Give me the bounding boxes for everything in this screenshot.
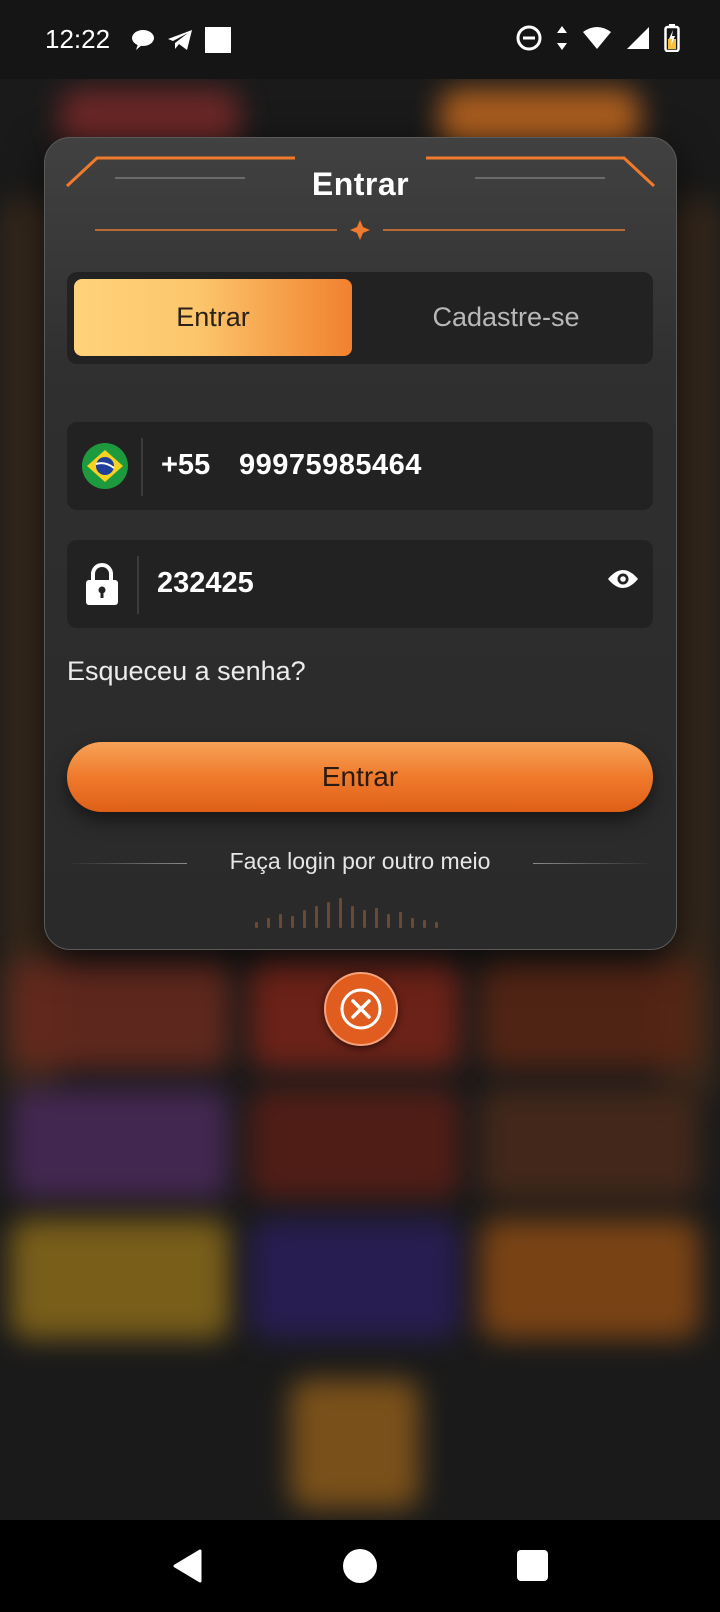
bg-blob — [480, 959, 700, 1069]
eye-icon[interactable] — [607, 567, 639, 591]
bg-blob — [480, 1089, 700, 1199]
password-field[interactable]: 232425 — [67, 540, 653, 628]
field-divider — [137, 556, 139, 614]
bg-blob — [10, 959, 230, 1069]
password-input[interactable]: 232425 — [157, 567, 254, 600]
square-notification-icon — [205, 27, 231, 53]
back-triangle-icon[interactable] — [172, 1549, 202, 1583]
forgot-password-link[interactable]: Esqueceu a senha? — [67, 656, 306, 687]
tab-login[interactable]: Entrar — [74, 279, 352, 356]
star-ornament-icon — [350, 220, 370, 240]
phone-input[interactable]: 99975985464 — [239, 449, 422, 482]
phone-field[interactable]: +55 99975985464 — [67, 422, 653, 510]
recents-square-icon[interactable] — [517, 1550, 548, 1581]
alt-login-label: Faça login por outro meio — [229, 848, 491, 874]
alt-divider-right — [533, 863, 653, 864]
bg-blob — [250, 1089, 460, 1199]
system-nav-bar — [0, 1520, 720, 1612]
status-bar: 12:22 — [0, 0, 720, 79]
lock-icon — [86, 563, 118, 605]
chat-bubble-icon — [132, 30, 154, 50]
status-right-icons — [516, 24, 680, 52]
telegram-icon — [168, 30, 192, 50]
login-modal: Entrar Entrar Cadastre-se +55 9997598546… — [44, 137, 677, 950]
cellular-signal-icon — [627, 27, 649, 49]
home-circle-icon[interactable] — [343, 1549, 377, 1583]
alt-login-row: Faça login por outro meio — [67, 848, 653, 878]
wifi-icon — [583, 27, 611, 49]
bg-blob — [250, 1219, 460, 1339]
status-left-icons — [130, 26, 232, 54]
do-not-disturb-icon — [516, 25, 542, 51]
login-button[interactable]: Entrar — [67, 742, 653, 812]
auth-tabs: Entrar Cadastre-se — [67, 272, 653, 364]
battery-charging-icon — [664, 24, 680, 52]
close-modal-button[interactable] — [324, 972, 398, 1046]
modal-title: Entrar — [311, 166, 410, 202]
brazil-flag-icon[interactable] — [82, 443, 128, 489]
data-arrows-icon — [557, 26, 567, 50]
bg-blob — [10, 1219, 230, 1339]
tab-register[interactable]: Cadastre-se — [367, 279, 645, 356]
country-code[interactable]: +55 — [161, 449, 210, 482]
close-circle-icon — [340, 988, 382, 1030]
field-divider — [141, 438, 143, 496]
bg-blob — [10, 1089, 230, 1199]
status-time: 12:22 — [45, 24, 111, 54]
sound-bars-ornament — [255, 896, 438, 928]
bg-blob — [290, 1379, 420, 1509]
bg-blob — [480, 1219, 700, 1339]
